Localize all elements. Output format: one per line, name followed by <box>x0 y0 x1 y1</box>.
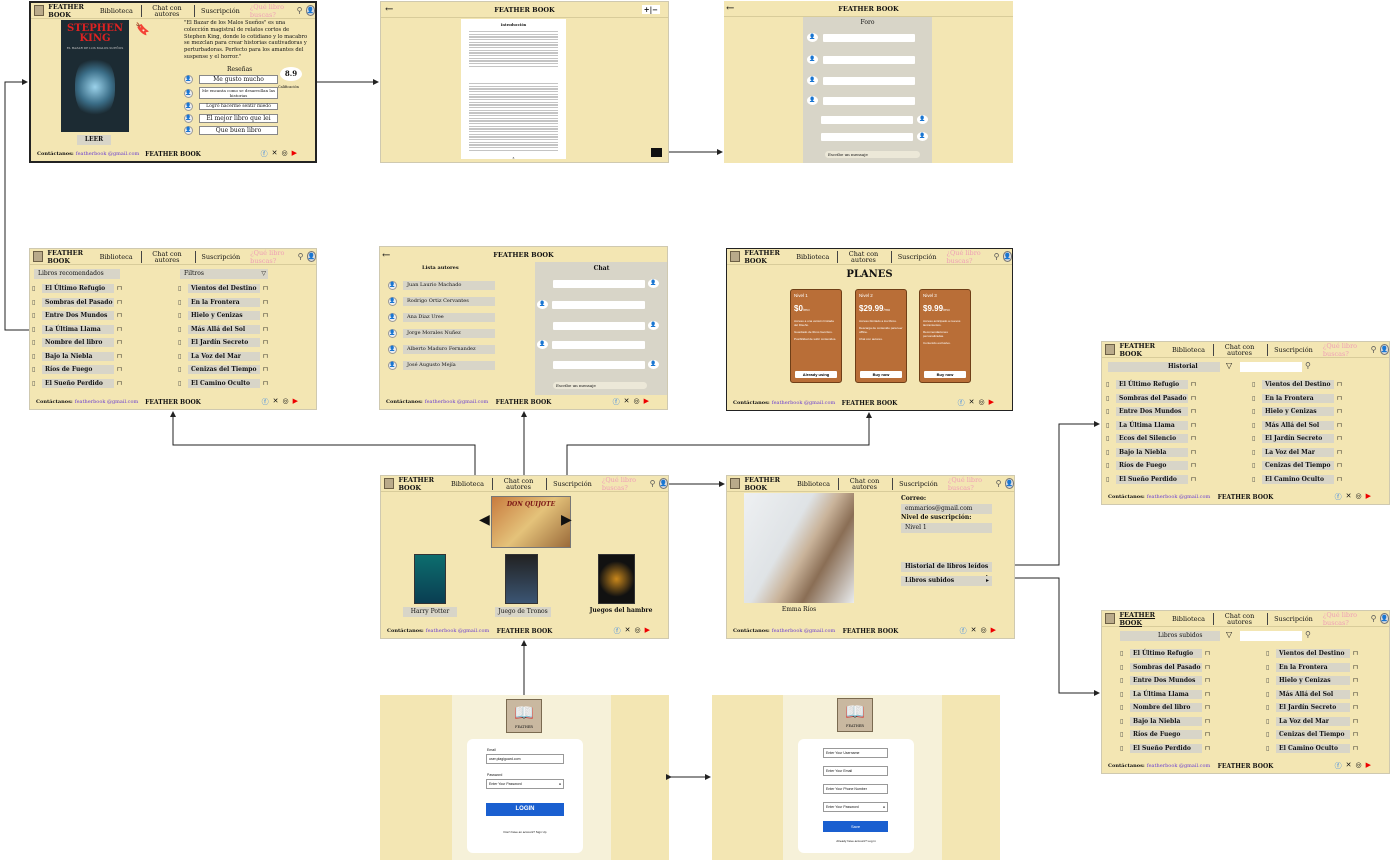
flow-connectors <box>4 79 1100 780</box>
connector-home-library <box>170 411 476 475</box>
connector-home-plans <box>566 412 872 475</box>
connector-library-detail <box>4 79 29 331</box>
connector-profile-history <box>1015 421 1100 566</box>
connector-profile-uploaded <box>1015 577 1100 696</box>
